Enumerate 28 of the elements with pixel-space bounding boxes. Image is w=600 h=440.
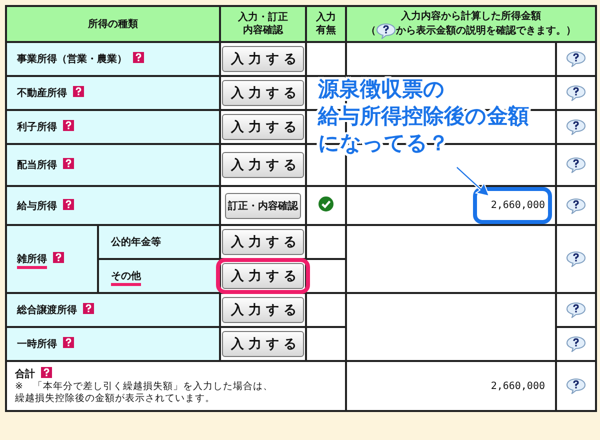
income-type-label: 利子所得 — [17, 122, 57, 133]
input-button[interactable]: 入力する — [222, 152, 304, 178]
column-header-note: から表示金額の説明を確認できます。） — [396, 25, 576, 36]
input-button[interactable]: 入力する — [222, 297, 304, 323]
total-note: ※ 「本年分で差し引く繰越損失額」を入力した場合は、 繰越損失控除後の金額が表示されています。 — [15, 381, 274, 405]
input-button[interactable]: 入力する — [222, 229, 304, 255]
column-header: 入力・訂正 内容確認 — [220, 6, 306, 42]
income-subtype-label: その他 — [111, 271, 141, 286]
total-label: 合計 — [15, 369, 35, 380]
column-header-note: （ — [366, 25, 376, 36]
input-button[interactable]: 入力する — [222, 80, 304, 106]
income-type-label: 給与所得 — [17, 200, 57, 212]
column-header: 所得の種類 — [6, 6, 220, 42]
total-amount: 2,660,000 — [490, 380, 545, 392]
income-type-label: 一時所得 — [17, 339, 57, 350]
input-button[interactable]: 訂正・内容確認 — [225, 192, 302, 218]
column-header: 入力 有無 — [306, 6, 346, 42]
input-button[interactable]: 入力する — [222, 331, 304, 357]
income-type-label: 不動産所得 — [17, 88, 67, 99]
income-subtype-label: 公的年金等 — [111, 237, 161, 248]
income-type-label: 総合譲渡所得 — [17, 305, 77, 316]
input-button[interactable]: 入力する — [222, 263, 304, 289]
column-header: 入力内容から計算した所得金額 — [401, 10, 542, 22]
input-button[interactable]: 入力する — [222, 114, 304, 140]
income-type-label: 雑所得 — [17, 254, 47, 269]
income-type-label: 配当所得 — [17, 160, 57, 171]
input-button[interactable]: 入力する — [222, 46, 304, 72]
income-type-label: 事業所得（営業・農業） — [17, 54, 127, 65]
